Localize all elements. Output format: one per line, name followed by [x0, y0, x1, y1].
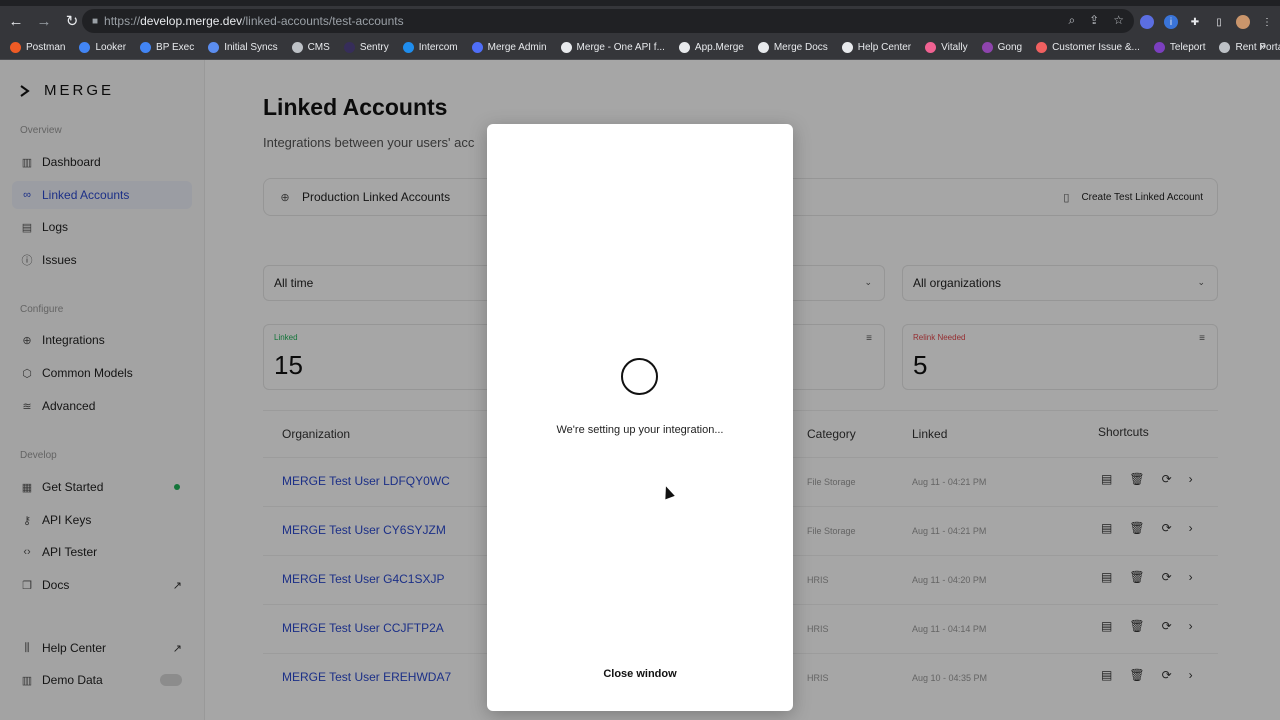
bookmark-favicon-icon: [678, 42, 690, 53]
link-modal: We're setting up your integration... Clo…: [487, 124, 793, 711]
bookmark-item[interactable]: Rent Portal: [1219, 42, 1280, 53]
bookmark-item[interactable]: Initial Syncs: [208, 42, 278, 53]
extension-icon[interactable]: [1140, 15, 1154, 29]
bookmark-item[interactable]: Merge Docs: [757, 42, 828, 53]
close-window-button[interactable]: Close window: [590, 664, 690, 684]
bookmark-item[interactable]: Merge Admin: [471, 42, 547, 53]
share-icon[interactable]: ⇪: [1089, 13, 1099, 28]
puzzle-icon[interactable]: ✚: [1188, 15, 1202, 29]
bookmark-favicon-icon: [140, 42, 152, 53]
profile-avatar[interactable]: [1236, 15, 1250, 29]
forward-icon[interactable]: →: [32, 9, 56, 33]
bookmark-favicon-icon: [1153, 42, 1165, 53]
side-panel-icon[interactable]: ▯: [1212, 15, 1226, 29]
bookmark-label: Intercom: [418, 42, 458, 53]
bookmark-label: CMS: [307, 42, 330, 53]
bookmark-label: App.Merge: [694, 42, 744, 53]
zoom-icon[interactable]: ⌕: [1068, 13, 1075, 28]
reload-icon[interactable]: ↻: [60, 9, 84, 33]
bookmark-item[interactable]: Gong: [981, 42, 1023, 53]
bookmark-label: Merge Admin: [487, 42, 547, 53]
bookmark-favicon-icon: [291, 42, 303, 53]
bookmark-favicon-icon: [402, 42, 414, 53]
bookmark-label: Sentry: [359, 42, 389, 53]
bookmark-item[interactable]: Looker: [79, 42, 126, 53]
lock-icon: ■: [92, 15, 99, 27]
bookmark-item[interactable]: Sentry: [343, 42, 389, 53]
bookmark-label: Initial Syncs: [224, 42, 278, 53]
bookmark-label: Rent Portal: [1235, 42, 1280, 53]
bookmark-label: Teleport: [1169, 42, 1206, 53]
loading-spinner: [621, 358, 658, 395]
bookmark-favicon-icon: [343, 42, 355, 53]
bookmark-item[interactable]: Help Center: [841, 42, 912, 53]
bookmarks-overflow-icon[interactable]: »: [1260, 41, 1266, 53]
bookmark-label: Gong: [997, 42, 1023, 53]
browser-toolbar: ← → ↻ ■ https://develop.merge.dev/linked…: [0, 6, 1280, 36]
bookmark-favicon-icon: [10, 42, 21, 53]
bookmark-label: Merge - One API f...: [576, 42, 665, 53]
modal-message: We're setting up your integration...: [556, 424, 724, 436]
bookmark-item[interactable]: Vitally: [925, 42, 968, 53]
bookmark-label: Help Center: [857, 42, 912, 53]
bookmark-label: Looker: [95, 42, 127, 53]
bookmark-favicon-icon: [208, 42, 220, 53]
password-manager-icon[interactable]: i: [1164, 15, 1178, 29]
bookmark-item[interactable]: CMS: [291, 42, 330, 53]
bookmark-favicon-icon: [79, 42, 91, 53]
bookmark-item[interactable]: Customer Issue &...: [1036, 42, 1140, 53]
kebab-menu-icon[interactable]: ⋮: [1260, 15, 1274, 29]
address-bar[interactable]: ■ https://develop.merge.dev/linked-accou…: [82, 9, 1134, 33]
bookmark-item[interactable]: Teleport: [1153, 42, 1206, 53]
bookmark-favicon-icon: [841, 42, 853, 53]
bookmark-favicon-icon: [1036, 42, 1048, 53]
bookmark-favicon-icon: [1219, 42, 1231, 53]
url-text: https://develop.merge.dev/linked-account…: [104, 14, 404, 28]
bookmark-item[interactable]: App.Merge: [678, 42, 744, 53]
bookmark-label: BP Exec: [156, 42, 195, 53]
star-icon[interactable]: ☆: [1113, 13, 1124, 28]
bookmark-favicon-icon: [757, 42, 769, 53]
bookmark-label: Merge Docs: [773, 42, 828, 53]
bookmark-label: Customer Issue &...: [1052, 42, 1140, 53]
bookmark-item[interactable]: Postman: [10, 42, 65, 53]
bookmark-label: Vitally: [941, 42, 968, 53]
bookmark-label: Postman: [26, 42, 66, 53]
bookmark-item[interactable]: Intercom: [402, 42, 458, 53]
bookmark-favicon-icon: [925, 42, 937, 53]
back-icon[interactable]: ←: [4, 9, 28, 33]
bookmark-item[interactable]: BP Exec: [140, 42, 194, 53]
bookmark-favicon-icon: [560, 42, 572, 53]
bookmarks-bar: Postman Looker BP Exec Initial Syncs CMS Sent…: [0, 36, 1280, 60]
bookmark-item[interactable]: Merge - One API f...: [560, 42, 665, 53]
bookmark-favicon-icon: [981, 42, 993, 53]
bookmark-favicon-icon: [471, 42, 483, 53]
